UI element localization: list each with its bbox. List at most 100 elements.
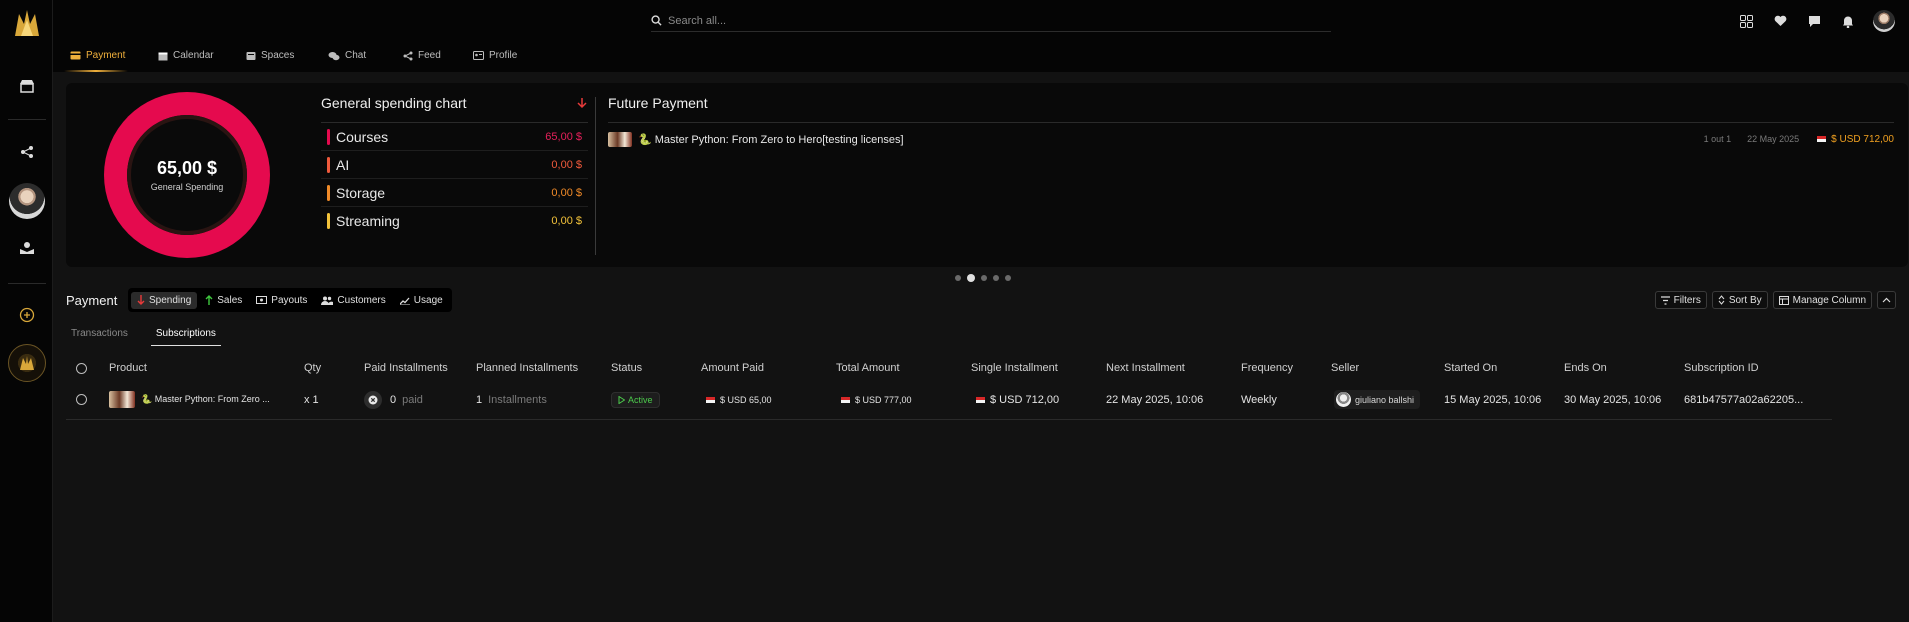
sort-by-button[interactable]: Sort By xyxy=(1711,291,1768,309)
select-radio[interactable] xyxy=(76,362,87,374)
single-installment-cell: $ USD 712,00 xyxy=(976,380,1059,419)
header-frequency[interactable]: Frequency xyxy=(1241,356,1293,380)
close-circle-icon xyxy=(364,390,382,409)
card-divider xyxy=(595,97,596,255)
filters-button[interactable]: Filters xyxy=(1654,291,1707,309)
planned-label: Installments xyxy=(488,393,547,406)
tab-spaces[interactable]: Spaces xyxy=(246,50,294,61)
sidebar-divider xyxy=(8,119,46,120)
arrow-down-icon[interactable] xyxy=(576,97,588,109)
search-input[interactable]: Search all... xyxy=(651,10,1331,32)
planned-count: 1 xyxy=(476,393,483,406)
select-all-checkbox[interactable] xyxy=(76,356,87,380)
bell-icon[interactable] xyxy=(1839,12,1857,30)
heart-icon[interactable] xyxy=(1771,12,1789,30)
tab-sales-label: Sales xyxy=(217,294,243,306)
table-header: Product Qty Paid Installments Planned In… xyxy=(66,356,1832,380)
paid-installments-cell: 0 paid xyxy=(364,380,423,419)
tab-spending[interactable]: Spending xyxy=(131,291,198,309)
spending-category: Courses xyxy=(336,128,389,145)
header-seller[interactable]: Seller xyxy=(1331,356,1359,380)
color-bar xyxy=(327,184,330,201)
header-total-amount[interactable]: Total Amount xyxy=(836,356,900,380)
tab-subscriptions[interactable]: Subscriptions xyxy=(150,324,221,346)
carousel-pagination xyxy=(955,274,1011,282)
frequency-value: Weekly xyxy=(1241,393,1277,406)
collapse-button[interactable] xyxy=(1877,291,1896,309)
add-circle-icon[interactable] xyxy=(18,306,36,324)
carousel-dot[interactable] xyxy=(955,275,961,281)
tab-calendar-label: Calendar xyxy=(173,50,214,61)
community-badge-icon[interactable] xyxy=(8,344,46,382)
next-installment-value: 22 May 2025, 10:06 xyxy=(1106,393,1204,406)
future-payment-title: Future Payment xyxy=(608,83,1894,123)
tab-transactions[interactable]: Transactions xyxy=(66,324,133,346)
header-next-installment[interactable]: Next Installment xyxy=(1106,356,1185,380)
future-payment-panel: Future Payment 🐍 Master Python: From Zer… xyxy=(608,83,1894,155)
tab-usage[interactable]: Usage xyxy=(394,292,449,309)
top-bar: Search all... xyxy=(53,0,1909,40)
learning-icon[interactable] xyxy=(18,239,36,257)
tab-spending-label: Spending xyxy=(149,294,192,306)
manage-column-button[interactable]: Manage Column xyxy=(1772,291,1872,309)
select-radio[interactable] xyxy=(76,394,87,405)
apps-grid-icon[interactable] xyxy=(1737,12,1755,30)
carousel-dot[interactable] xyxy=(1005,275,1011,281)
product-name: 🐍 Master Python: From Zero ... xyxy=(141,394,270,404)
tab-customers-label: Customers xyxy=(337,294,386,306)
tab-customers[interactable]: Customers xyxy=(315,292,391,309)
color-bar xyxy=(327,156,330,173)
header-started-on[interactable]: Started On xyxy=(1444,356,1497,380)
table-row[interactable]: 🐍 Master Python: From Zero ... x 1 0 pai… xyxy=(66,380,1832,420)
profile-card-icon xyxy=(473,51,484,60)
header-planned-installments[interactable]: Planned Installments xyxy=(476,356,578,380)
user-avatar[interactable] xyxy=(9,183,45,219)
tab-feed[interactable]: Feed xyxy=(403,50,441,61)
tab-profile[interactable]: Profile xyxy=(473,50,517,61)
tab-payouts[interactable]: Payouts xyxy=(250,292,313,309)
payment-section-title: Payment xyxy=(66,293,118,308)
brand-logo[interactable] xyxy=(11,6,43,40)
message-icon[interactable] xyxy=(1805,12,1823,30)
header-single-installment[interactable]: Single Installment xyxy=(971,356,1058,380)
left-sidebar xyxy=(0,0,53,622)
qty-value: x 1 xyxy=(304,393,319,406)
general-spending-label: General Spending xyxy=(150,182,224,192)
carousel-dot[interactable] xyxy=(981,275,987,281)
chart-icon xyxy=(399,297,410,305)
spending-category: AI xyxy=(336,156,350,173)
spaces-icon xyxy=(246,51,256,60)
carousel-dot-active[interactable] xyxy=(967,274,975,282)
header-ends-on[interactable]: Ends On xyxy=(1564,356,1607,380)
tab-calendar[interactable]: Calendar xyxy=(158,50,214,61)
tab-chat[interactable]: Chat xyxy=(328,50,366,61)
search-placeholder[interactable]: Search all... xyxy=(668,15,726,27)
tab-payment[interactable]: Payment xyxy=(70,50,125,61)
status-cell: Active xyxy=(611,380,660,419)
header-qty[interactable]: Qty xyxy=(304,356,321,380)
filter-icon xyxy=(1660,295,1670,305)
header-product[interactable]: Product xyxy=(109,356,147,380)
profile-avatar[interactable] xyxy=(1873,10,1895,32)
donut-center: 65,00 $ General Spending xyxy=(127,115,247,235)
store-icon[interactable] xyxy=(18,77,36,95)
header-status[interactable]: Status xyxy=(611,356,642,380)
carousel-dot[interactable] xyxy=(993,275,999,281)
arrow-up-icon xyxy=(205,295,213,305)
spending-category: Streaming xyxy=(336,213,400,229)
product-cell[interactable]: 🐍 Master Python: From Zero ... xyxy=(109,380,270,419)
subscriptions-table: Product Qty Paid Installments Planned In… xyxy=(66,356,1832,420)
future-payment-item[interactable]: 🐍 Master Python: From Zero to Hero[testi… xyxy=(608,123,1894,155)
amount-paid-value: $ USD 65,00 xyxy=(720,394,772,405)
flag-icon xyxy=(1817,136,1827,142)
payment-tabs: Spending Sales Payouts Customers Usage xyxy=(128,288,452,312)
share-icon[interactable] xyxy=(18,143,36,161)
header-subscription-id[interactable]: Subscription ID xyxy=(1684,356,1759,380)
spending-chart-title: General spending chart xyxy=(321,94,467,111)
header-amount-paid[interactable]: Amount Paid xyxy=(701,356,764,380)
tab-sales[interactable]: Sales xyxy=(199,292,248,309)
seller-chip[interactable]: giuliano ballshi xyxy=(1334,390,1421,409)
seller-cell[interactable]: giuliano ballshi xyxy=(1334,380,1421,419)
row-select[interactable] xyxy=(76,380,87,419)
header-paid-installments[interactable]: Paid Installments xyxy=(364,356,448,380)
